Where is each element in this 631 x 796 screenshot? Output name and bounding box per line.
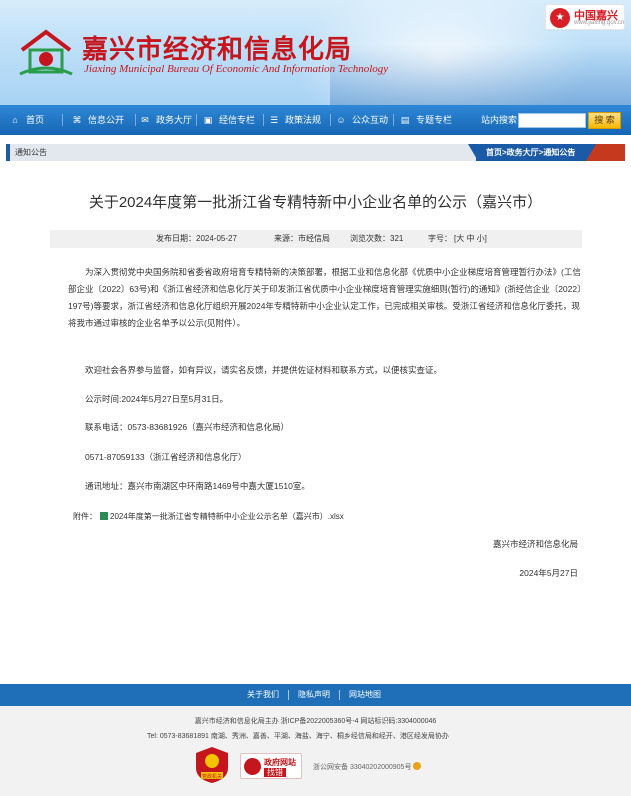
nav-home[interactable]: ⌂ 首页	[10, 105, 44, 135]
party-gov-badge-icon[interactable]: 党政机关	[195, 746, 229, 784]
attachment: 附件： 2024年度第一批浙江省专精特新中小企业公示名单（嘉兴市）.xlsx	[73, 511, 344, 522]
footer-tel-line: Tel: 0573-83681891 南湖、秀洲、嘉善、平湖、海盐、海宁、桐乡经…	[147, 733, 449, 740]
contact-phone-2: 0571-87059133（浙江省经济和信息化厅）	[85, 452, 247, 462]
paragraph-1: 为深入贯彻党中央国务院和省委省政府培育专精特新的决策部署，根据工业和信息化部《优…	[68, 267, 586, 328]
gov-site-error-link[interactable]: 政府网站 找错	[240, 753, 302, 779]
site-title: 嘉兴市经济和信息化局	[82, 35, 353, 65]
party-badge-text: 党政机关	[202, 773, 222, 780]
police-record[interactable]: 浙公网安备 33040202000905号	[313, 762, 422, 772]
main-nav: ⌂ 首页 ⌘ 信息公开 ✉ 政务大厅 ▣ 经信专栏 ☰ 政策法规 ☺ 公众互动 …	[0, 105, 631, 135]
font-size-switch[interactable]: [大 中 小]	[454, 230, 487, 248]
section-marker	[6, 144, 10, 161]
people-icon: ☺	[336, 115, 346, 125]
nav-info-public[interactable]: ⌘ 信息公开	[72, 105, 125, 135]
breadcrumb-bar: 通知公告 首页>政务大厅>通知公告	[6, 144, 625, 161]
briefcase-icon: ▣	[203, 115, 213, 125]
emblem-icon: ★	[550, 8, 570, 28]
document-icon: ▤	[400, 115, 410, 125]
nav-divider	[62, 114, 63, 126]
footer-sitemap-link[interactable]: 网站地图	[349, 684, 381, 706]
nav-label: 政务大厅	[156, 115, 193, 125]
gov-badge-title: 政府网站	[264, 758, 296, 767]
footer-divider	[288, 690, 289, 700]
home-icon: ⌂	[12, 115, 18, 125]
breadcrumb-accent	[586, 144, 625, 161]
nav-divider	[135, 114, 136, 126]
nav-label: 专题专栏	[416, 115, 453, 125]
footer-nav: 关于我们 隐私声明 网站地图	[0, 684, 631, 706]
attachment-link[interactable]: 2024年度第一批浙江省专精特新中小企业公示名单（嘉兴市）.xlsx	[110, 512, 344, 521]
nav-label: 公众互动	[352, 115, 389, 125]
site-subtitle: Jiaxing Municipal Bureau Of Economic And…	[84, 63, 389, 75]
nav-divider	[330, 114, 331, 126]
source: 来源：市经信局	[274, 234, 330, 243]
contact-phone-1: 联系电话：0573-83681926（嘉兴市经济和信息化局）	[85, 422, 290, 432]
footer-host-line: 嘉兴市经济和信息化局主办 浙ICP备2022005360号-4 网站标识码:33…	[194, 718, 437, 725]
badge-url: www.jiaxing.gov.cn	[574, 20, 625, 26]
police-badge-icon	[413, 762, 422, 770]
nav-divider	[263, 114, 264, 126]
view-count: 浏览次数：321	[350, 234, 404, 243]
police-record-text: 浙公网安备 33040202000905号	[313, 764, 412, 771]
footer-divider	[339, 690, 340, 700]
bureau-logo-icon[interactable]	[16, 26, 76, 78]
signature: 嘉兴市经济和信息化局	[492, 539, 578, 549]
list-icon: ☰	[269, 115, 279, 125]
footer-privacy-link[interactable]: 隐私声明	[298, 684, 330, 706]
nav-label: 首页	[26, 115, 45, 125]
emblem-icon	[244, 758, 261, 775]
nav-gov-hall[interactable]: ✉ 政务大厅	[140, 105, 192, 135]
chat-icon: ✉	[141, 115, 149, 125]
search-input[interactable]	[518, 113, 586, 128]
nav-policy[interactable]: ☰ 政策法规	[269, 105, 321, 135]
banner-skyline	[330, 45, 631, 105]
publicity-period: 公示时间:2024年5月27日至5月31日。	[85, 394, 229, 404]
sign-date: 2024年5月27日	[519, 568, 578, 578]
font-size-label: 字号：	[428, 234, 452, 243]
nav-label: 经信专栏	[219, 115, 256, 125]
nav-label: 政策法规	[285, 115, 322, 125]
nav-special[interactable]: ▤ 专题专栏	[400, 105, 452, 135]
nav-interaction[interactable]: ☺ 公众互动	[336, 105, 388, 135]
china-jiaxing-link[interactable]: ★ 中国嘉兴 www.jiaxing.gov.cn	[545, 4, 625, 30]
footer-about-link[interactable]: 关于我们	[247, 684, 279, 706]
gov-badge-action: 找错	[264, 768, 286, 777]
nav-econ-column[interactable]: ▣ 经信专栏	[203, 105, 255, 135]
search-button[interactable]: 搜 索	[588, 112, 621, 129]
publish-date: 发布日期：2024-05-27	[156, 234, 237, 243]
attachment-label: 附件：	[73, 512, 97, 521]
sitemap-icon: ⌘	[72, 115, 82, 125]
paragraph-2: 欢迎社会各界参与监督，如有异议，请实名反馈，并提供佐证材料和联系方式，以便核实查…	[85, 365, 443, 375]
header-banner: 嘉兴市经济和信息化局 Jiaxing Municipal Bureau Of E…	[0, 0, 631, 105]
search-label: 站内搜索	[481, 115, 518, 125]
article-title: 关于2024年度第一批浙江省专精特新中小企业名单的公示（嘉兴市）	[88, 194, 543, 211]
nav-divider	[196, 114, 197, 126]
contact-address: 通讯地址：嘉兴市南湖区中环南路1469号中嘉大厦1510室。	[85, 481, 310, 491]
excel-file-icon	[100, 512, 108, 520]
nav-label: 信息公开	[88, 115, 125, 125]
section-title: 通知公告	[15, 148, 47, 157]
article-meta: 发布日期：2024-05-27 来源：市经信局 浏览次数：321 字号： [大 …	[50, 230, 582, 248]
breadcrumb[interactable]: 首页>政务大厅>通知公告	[476, 144, 586, 161]
nav-divider	[393, 114, 394, 126]
